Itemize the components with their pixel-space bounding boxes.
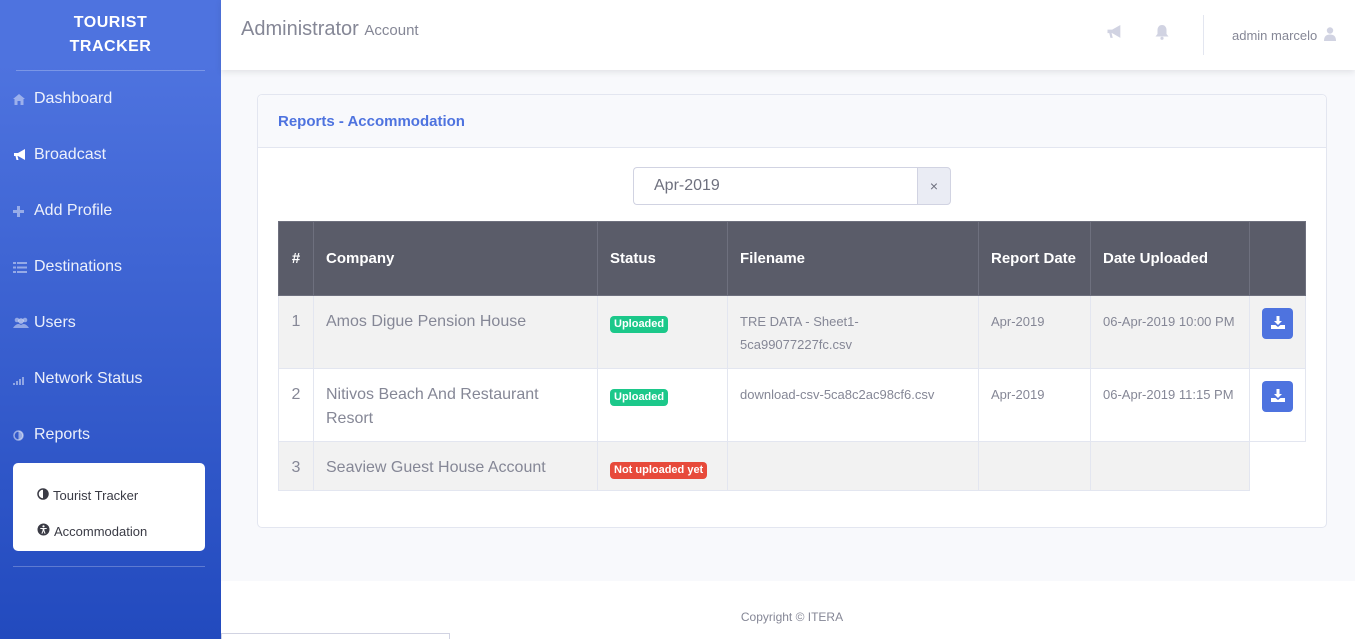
sidebar-divider <box>13 566 205 567</box>
half-circle-icon <box>13 429 31 441</box>
status-badge: Uploaded <box>610 389 669 406</box>
row-actions <box>1249 368 1306 442</box>
topbar: Administrator Account admin marcelo <box>221 0 1355 70</box>
row-date-uploaded: 06-Apr-2019 10:00 PM <box>1090 295 1250 369</box>
home-icon <box>13 93 31 105</box>
column-header-number: # <box>278 221 314 296</box>
sidebar-item-broadcast[interactable]: Broadcast <box>0 127 221 183</box>
download-icon <box>1270 312 1285 336</box>
sidebar-item-users[interactable]: Users <box>0 295 221 351</box>
sidebar-item-label: Destinations <box>34 258 123 275</box>
user-icon <box>1324 27 1337 44</box>
bell-icon[interactable] <box>1155 25 1169 44</box>
row-status-cell: Uploaded <box>597 368 728 442</box>
page-title-main: Administrator <box>241 18 359 40</box>
download-button[interactable] <box>1262 381 1293 412</box>
half-circle-icon <box>37 487 49 503</box>
sidebar-item-destinations[interactable]: Destinations <box>0 239 221 295</box>
users-icon <box>13 317 31 329</box>
submenu-item-tourist-tracker[interactable]: Tourist Tracker <box>13 477 205 513</box>
row-report-date: Apr-2019 <box>978 295 1091 369</box>
row-date-uploaded: 06-Apr-2019 11:15 PM <box>1090 368 1250 442</box>
row-actions <box>1249 295 1306 369</box>
footer: Copyright © ITERA <box>221 581 1355 639</box>
row-report-date: Apr-2019 <box>978 368 1091 442</box>
sidebar-item-label: Add Profile <box>34 202 113 219</box>
row-actions <box>1249 441 1306 491</box>
copyright-text: Copyright © ITERA <box>740 610 844 624</box>
clear-filter-button[interactable]: × <box>917 167 951 205</box>
table-row: 3 Seaview Guest House Account Not upload… <box>278 441 1306 491</box>
sidebar-item-label: Broadcast <box>34 146 107 163</box>
row-company: Amos Digue Pension House <box>313 295 598 369</box>
sidebar-item-label: Users <box>34 314 76 331</box>
row-status-cell: Not uploaded yet <box>597 441 728 491</box>
row-date-uploaded <box>1090 441 1250 491</box>
column-header-status: Status <box>597 221 728 296</box>
column-header-actions <box>1249 221 1306 296</box>
bullhorn-icon <box>13 149 31 161</box>
bullhorn-icon[interactable] <box>1106 25 1123 43</box>
row-number: 1 <box>278 295 314 369</box>
submenu-item-label: Tourist Tracker <box>53 487 139 503</box>
brand-line-2: TRACKER <box>69 38 152 55</box>
signal-icon <box>13 374 31 385</box>
month-filter: Apr-2019 × <box>633 167 951 205</box>
row-filename: download-csv-5ca8c2ac98cf6.csv <box>727 368 979 442</box>
sidebar-item-label: Reports <box>34 426 91 443</box>
download-button[interactable] <box>1262 308 1293 339</box>
column-header-filename: Filename <box>727 221 979 296</box>
column-header-report-date: Report Date <box>978 221 1091 296</box>
month-input[interactable]: Apr-2019 <box>633 167 917 205</box>
accessibility-icon <box>37 523 50 539</box>
submenu-item-accommodation[interactable]: Accommodation <box>13 513 205 549</box>
row-company: Seaview Guest House Account <box>313 441 598 491</box>
brand-logo[interactable]: TOURIST TRACKER <box>0 0 221 70</box>
card-header: Reports - Accommodation <box>258 95 1326 148</box>
topbar-divider <box>1203 15 1204 55</box>
sidebar-item-add-profile[interactable]: Add Profile <box>0 183 221 239</box>
reports-card: Reports - Accommodation Apr-2019 × # Com… <box>257 94 1327 528</box>
row-status-cell: Uploaded <box>597 295 728 369</box>
user-menu[interactable]: admin marcelo <box>1232 27 1337 44</box>
user-name: admin marcelo <box>1232 28 1318 43</box>
status-badge: Uploaded <box>610 316 669 333</box>
list-icon <box>13 261 31 273</box>
table-header-row: # Company Status Filename Report Date Da… <box>278 221 1306 296</box>
brand-line-1: TOURIST <box>73 14 148 31</box>
row-number: 2 <box>278 368 314 442</box>
download-icon <box>1270 385 1285 409</box>
column-header-date-uploaded: Date Uploaded <box>1090 221 1250 296</box>
status-badge: Not uploaded yet <box>610 462 708 479</box>
row-filename: TRE DATA - Sheet1-5ca99077227fc.csv <box>727 295 979 369</box>
reports-submenu: Tourist Tracker Accommodation <box>13 463 205 551</box>
sidebar: TOURIST TRACKER Dashboard Broadcast Add … <box>0 0 221 639</box>
status-bar-edge <box>221 633 450 639</box>
plus-icon <box>13 205 31 217</box>
column-header-company: Company <box>313 221 598 296</box>
sidebar-item-reports[interactable]: Reports <box>0 407 221 463</box>
reports-table: # Company Status Filename Report Date Da… <box>278 221 1306 491</box>
row-number: 3 <box>278 441 314 491</box>
row-report-date <box>978 441 1091 491</box>
submenu-item-label: Accommodation <box>54 523 148 539</box>
row-company: Nitivos Beach And Restaurant Resort <box>313 368 598 442</box>
page-title-sub: Account <box>364 22 419 39</box>
sidebar-item-dashboard[interactable]: Dashboard <box>0 71 221 127</box>
sidebar-item-label: Network Status <box>34 370 143 387</box>
table-row: 1 Amos Digue Pension House Uploaded TRE … <box>278 295 1306 369</box>
row-filename <box>727 441 979 491</box>
sidebar-item-network-status[interactable]: Network Status <box>0 351 221 407</box>
table-row: 2 Nitivos Beach And Restaurant Resort Up… <box>278 368 1306 442</box>
page-title: Administrator Account <box>241 18 419 41</box>
sidebar-item-label: Dashboard <box>34 90 113 107</box>
